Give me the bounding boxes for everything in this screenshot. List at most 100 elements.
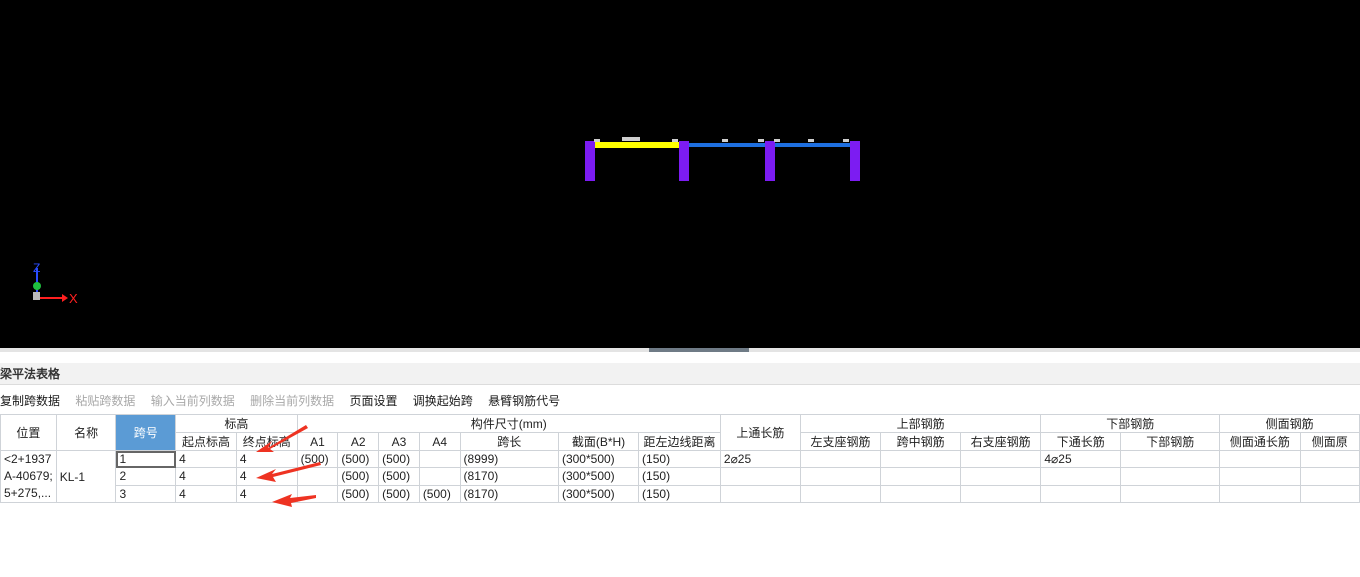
side-original-cell[interactable] [1299, 484, 1360, 504]
copy-span-data-button[interactable]: 复制跨数据 [0, 389, 60, 413]
header-position[interactable]: 位置 [0, 414, 57, 451]
end-elev-cell[interactable]: 4 [235, 449, 298, 469]
mid-span-cell[interactable] [880, 449, 961, 469]
page-setup-button[interactable]: 页面设置 [349, 389, 397, 413]
section-cell[interactable]: (300*500) [557, 449, 640, 469]
start-elev-cell[interactable]: 4 [175, 449, 237, 469]
span-length-cell[interactable]: (8170) [459, 467, 559, 486]
header-start-elevation[interactable]: 起点标高 [175, 432, 237, 451]
a4-cell[interactable] [418, 467, 461, 486]
header-bottom-through[interactable]: 下通长筋 [1040, 432, 1122, 451]
span-cell[interactable]: 1 [115, 449, 177, 469]
bottom-through-cell[interactable] [1040, 484, 1122, 504]
a2-cell[interactable]: (500) [337, 467, 380, 486]
header-a2[interactable]: A2 [337, 432, 380, 451]
a3-cell[interactable]: (500) [378, 467, 420, 486]
table-row[interactable]: 3 4 4 (500) (500) (500) (8170) (300*500)… [1, 484, 1360, 504]
header-a1[interactable]: A1 [296, 432, 339, 451]
name-cell[interactable]: KL-1 [55, 450, 117, 503]
column-1[interactable] [585, 141, 595, 181]
a1-cell[interactable] [296, 467, 339, 486]
edge-distance-cell[interactable]: (150) [638, 467, 721, 486]
bottom-rebar-cell[interactable] [1120, 484, 1221, 504]
column-3[interactable] [765, 141, 775, 181]
header-a3[interactable]: A3 [378, 432, 420, 451]
side-through-cell[interactable] [1219, 449, 1301, 469]
header-section[interactable]: 截面(B*H) [557, 432, 640, 451]
end-elev-cell[interactable]: 4 [235, 467, 298, 486]
span-length-cell[interactable]: (8170) [459, 484, 559, 504]
header-side-rebar: 侧面钢筋 [1219, 414, 1360, 433]
right-support-cell[interactable] [959, 484, 1042, 504]
swap-start-span-button[interactable]: 调换起始跨 [413, 389, 473, 413]
paste-span-data-button[interactable]: 粘贴跨数据 [75, 389, 135, 413]
column-2[interactable] [679, 141, 689, 181]
mid-span-cell[interactable] [880, 467, 961, 486]
start-elev-cell[interactable]: 4 [175, 484, 237, 504]
header-name[interactable]: 名称 [55, 414, 117, 451]
left-support-cell[interactable] [799, 484, 882, 504]
beam-table-container: 位置 名称 跨号 标高 构件尺寸(mm) 上通长筋 上部钢筋 下部钢筋 侧面钢筋… [0, 414, 1360, 514]
table-row[interactable]: <2+1937 A-40679; 5+275,... KL-1 1 4 4 (5… [0, 449, 1360, 503]
span-cell[interactable]: 3 [115, 484, 177, 504]
header-edge-distance[interactable]: 距左边线距离 [638, 432, 721, 451]
input-column-data-button[interactable]: 输入当前列数据 [151, 389, 235, 413]
side-original-cell[interactable] [1299, 449, 1360, 469]
a3-cell[interactable]: (500) [378, 449, 420, 469]
left-support-cell[interactable] [799, 467, 882, 486]
a1-cell[interactable]: (500) [296, 449, 339, 469]
cantilever-rebar-code-button[interactable]: 悬臂钢筋代号 [488, 389, 560, 413]
header-top-through[interactable]: 上通长筋 [719, 414, 801, 451]
position-cell[interactable]: <2+1937 A-40679; 5+275,... [0, 450, 57, 503]
splitter-handle[interactable] [649, 348, 749, 352]
span-length-cell[interactable]: (8999) [459, 449, 559, 469]
side-original-cell[interactable] [1299, 467, 1360, 486]
section-cell[interactable]: (300*500) [557, 484, 640, 504]
end-elev-cell[interactable]: 4 [235, 484, 298, 504]
a3-cell[interactable]: (500) [378, 484, 420, 504]
start-elev-cell[interactable]: 4 [175, 467, 237, 486]
section-cell[interactable]: (300*500) [557, 467, 640, 486]
top-through-cell[interactable] [719, 484, 801, 504]
top-through-cell[interactable]: 2⌀25 [719, 449, 801, 469]
header-span-length[interactable]: 跨长 [459, 432, 559, 451]
a4-cell[interactable] [418, 449, 461, 469]
beam-span-1-selected[interactable] [589, 142, 683, 148]
table-row[interactable]: 2 4 4 (500) (500) (8170) (300*500) (150) [1, 467, 1360, 486]
bottom-rebar-cell[interactable] [1120, 449, 1221, 469]
a2-cell[interactable]: (500) [337, 449, 380, 469]
beam-span-2[interactable] [684, 143, 769, 147]
right-support-cell[interactable] [959, 449, 1042, 469]
header-side-original[interactable]: 侧面原 [1299, 432, 1360, 451]
a1-cell[interactable] [296, 484, 339, 504]
header-span-number[interactable]: 跨号 [115, 414, 177, 451]
span-cell[interactable]: 2 [115, 467, 177, 486]
table-toolbar: 复制跨数据 粘贴跨数据 输入当前列数据 删除当前列数据 页面设置 调换起始跨 悬… [0, 389, 1360, 413]
header-mid-span[interactable]: 跨中钢筋 [880, 432, 961, 451]
mid-span-cell[interactable] [880, 484, 961, 504]
delete-column-data-button[interactable]: 删除当前列数据 [250, 389, 334, 413]
header-top-rebar: 上部钢筋 [799, 414, 1042, 433]
side-through-cell[interactable] [1219, 484, 1301, 504]
side-through-cell[interactable] [1219, 467, 1301, 486]
bottom-through-cell[interactable]: 4⌀25 [1040, 449, 1122, 469]
header-a4[interactable]: A4 [418, 432, 461, 451]
model-viewport[interactable]: Z X [0, 0, 1360, 348]
a2-cell[interactable]: (500) [337, 484, 380, 504]
header-side-through[interactable]: 侧面通长筋 [1219, 432, 1301, 451]
header-bottom-rebar-sub[interactable]: 下部钢筋 [1120, 432, 1221, 451]
top-through-cell[interactable] [719, 467, 801, 486]
panel-splitter[interactable] [0, 348, 1360, 352]
left-support-cell[interactable] [799, 449, 882, 469]
a4-cell[interactable]: (500) [418, 484, 461, 504]
column-4[interactable] [850, 141, 860, 181]
edge-distance-cell[interactable]: (150) [638, 484, 721, 504]
edge-distance-cell[interactable]: (150) [638, 449, 721, 469]
bottom-rebar-cell[interactable] [1120, 467, 1221, 486]
header-left-support[interactable]: 左支座钢筋 [799, 432, 882, 451]
header-right-support[interactable]: 右支座钢筋 [959, 432, 1042, 451]
beam-span-3[interactable] [770, 143, 854, 147]
bottom-through-cell[interactable] [1040, 467, 1122, 486]
right-support-cell[interactable] [959, 467, 1042, 486]
header-end-elevation[interactable]: 终点标高 [235, 432, 298, 451]
